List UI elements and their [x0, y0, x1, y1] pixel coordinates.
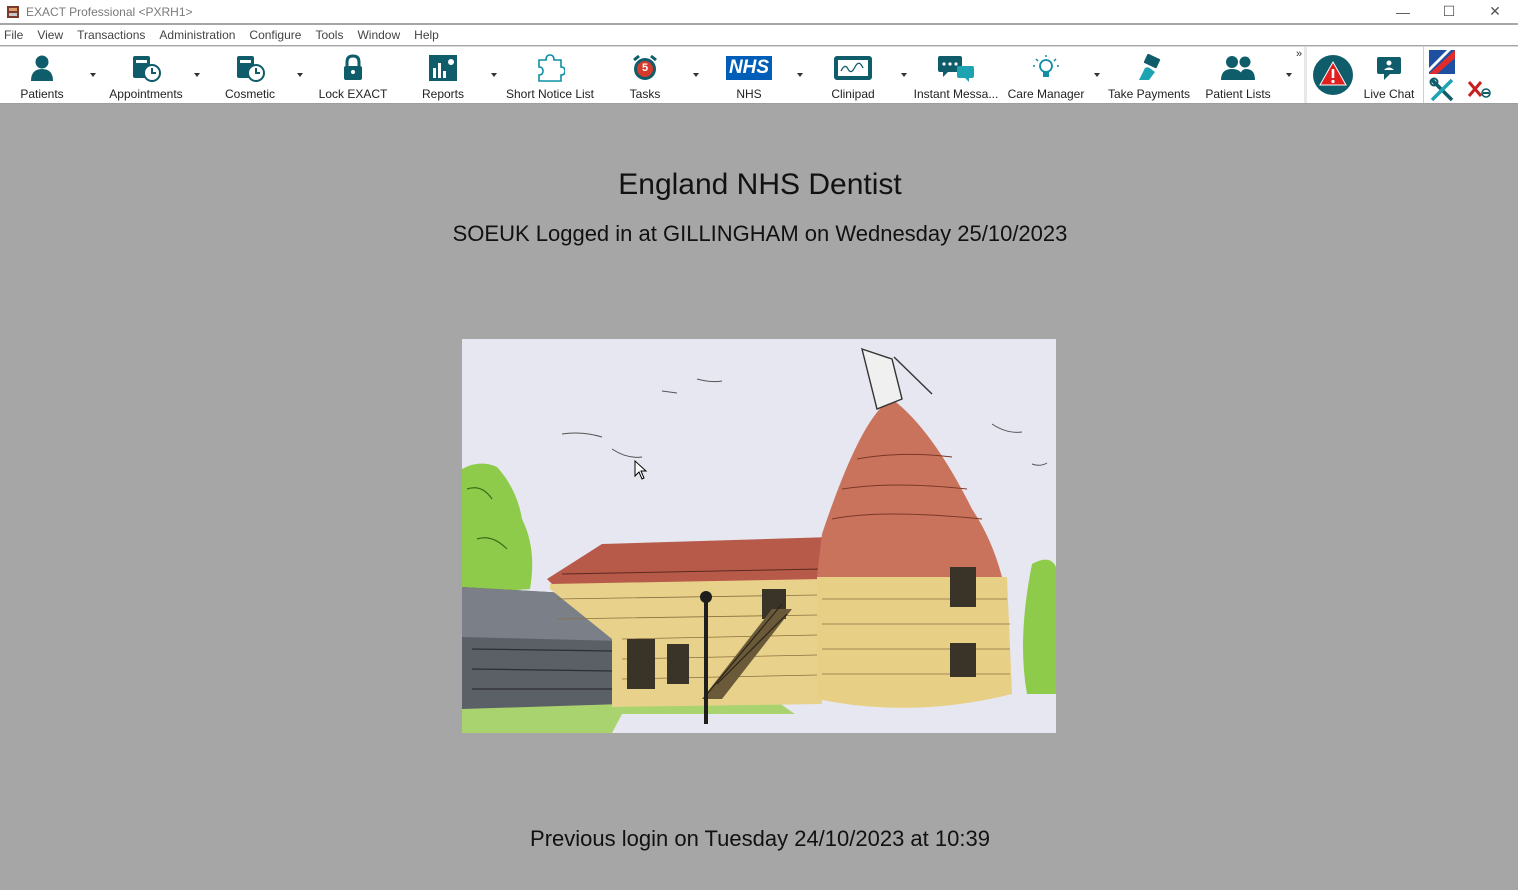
maximize-button[interactable]: ☐ [1426, 0, 1472, 23]
tasks-button[interactable]: 5 Tasks [628, 47, 662, 103]
title-bar: EXACT Professional <PXRH1> — ☐ ✕ [0, 0, 1518, 23]
alert-button[interactable] [1312, 47, 1354, 103]
care-manager-label: Care Manager [1007, 87, 1085, 101]
live-chat-icon [1377, 57, 1401, 80]
toolbar-separator [1304, 47, 1307, 103]
cosmetic-button[interactable]: Cosmetic [222, 47, 278, 103]
patient-lists-dropdown-arrow[interactable] [1286, 73, 1292, 77]
chat-bubbles-icon [938, 56, 974, 82]
toolbar-right-group [1423, 47, 1518, 103]
take-payments-button[interactable]: Take Payments [1108, 47, 1190, 103]
take-payments-label: Take Payments [1107, 87, 1191, 101]
lightbulb-icon [1033, 55, 1059, 77]
practice-name: England NHS Dentist [618, 168, 902, 201]
patients-dropdown-arrow[interactable] [90, 73, 96, 77]
tasks-label: Tasks [629, 87, 661, 101]
instant-messages-label: Instant Messa... [913, 87, 999, 101]
live-chat-button[interactable]: Live Chat [1362, 47, 1416, 103]
card-payment-icon [1139, 54, 1161, 80]
patients-button[interactable]: Patients [18, 47, 66, 103]
menu-bar: File View Transactions Administration Co… [0, 25, 1518, 45]
menu-administration[interactable]: Administration [159, 28, 235, 42]
login-status: SOEUK Logged in at GILLINGHAM on Wednesd… [452, 221, 1068, 246]
nhs-dropdown-arrow[interactable] [797, 73, 803, 77]
main-toolbar: Patients Appointments Cosmetic Lock EXAC… [0, 46, 1518, 104]
previous-login: Previous login on Tuesday 24/10/2023 at … [530, 826, 990, 851]
window-title: EXACT Professional <PXRH1> [26, 4, 193, 19]
short-notice-list-button[interactable]: Short Notice List [504, 47, 596, 103]
reports-label: Reports [421, 87, 465, 101]
signature-pad-icon [834, 56, 872, 80]
clinipad-button[interactable]: Clinipad [826, 47, 880, 103]
menu-transactions[interactable]: Transactions [77, 28, 145, 42]
patients-label: Patients [20, 87, 64, 101]
instant-messages-button[interactable]: Instant Messa... [913, 47, 999, 103]
exit-icon[interactable] [1466, 79, 1492, 101]
care-manager-dropdown-arrow[interactable] [1094, 73, 1100, 77]
menu-tools[interactable]: Tools [315, 28, 343, 42]
appointments-button[interactable]: Appointments [106, 47, 186, 103]
reports-button[interactable]: Reports [420, 47, 466, 103]
minimize-button[interactable]: — [1380, 0, 1426, 23]
patient-lists-label: Patient Lists [1205, 87, 1271, 101]
reports-dropdown-arrow[interactable] [491, 73, 497, 77]
menu-configure[interactable]: Configure [249, 28, 301, 42]
person-icon [31, 55, 53, 81]
exact-app-icon [7, 5, 19, 18]
tasks-dropdown-arrow[interactable] [693, 73, 699, 77]
warning-alert-icon [1313, 55, 1353, 95]
bar-chart-icon [429, 55, 457, 81]
puzzle-piece-icon [538, 54, 565, 82]
patient-lists-button[interactable]: Patient Lists [1204, 47, 1272, 103]
cosmetic-dropdown-arrow[interactable] [297, 73, 303, 77]
menu-file[interactable]: File [4, 28, 23, 42]
menu-help[interactable]: Help [414, 28, 439, 42]
cosmetic-book-icon [237, 56, 265, 82]
people-group-icon [1221, 56, 1255, 80]
toolbar-overflow-chevron[interactable]: » [1296, 48, 1302, 60]
clinipad-dropdown-arrow[interactable] [901, 73, 907, 77]
care-manager-button[interactable]: Care Manager [1007, 47, 1085, 103]
appointments-label: Appointments [109, 87, 183, 101]
live-chat-label: Live Chat [1363, 87, 1415, 101]
padlock-icon [344, 54, 362, 80]
short-notice-list-label: Short Notice List [505, 87, 595, 101]
nhs-logo: NHS [725, 56, 773, 80]
tasks-count-badge: 5 [641, 62, 649, 74]
tools-icon[interactable] [1429, 77, 1455, 103]
clinipad-label: Clinipad [831, 87, 875, 101]
appointment-book-icon [133, 56, 161, 82]
cosmetic-label: Cosmetic [224, 87, 275, 101]
menu-window[interactable]: Window [357, 28, 400, 42]
mouse-pointer-icon [634, 460, 648, 480]
nhs-label: NHS [736, 87, 762, 101]
menu-view[interactable]: View [37, 28, 63, 42]
appointments-dropdown-arrow[interactable] [194, 73, 200, 77]
brand-logo-icon[interactable] [1429, 50, 1455, 74]
lock-exact-button[interactable]: Lock EXACT [318, 47, 388, 103]
close-button[interactable]: ✕ [1472, 0, 1518, 23]
lock-exact-label: Lock EXACT [318, 87, 388, 101]
nhs-button[interactable]: NHS NHS [722, 47, 776, 103]
oast-house-illustration [462, 339, 1056, 733]
